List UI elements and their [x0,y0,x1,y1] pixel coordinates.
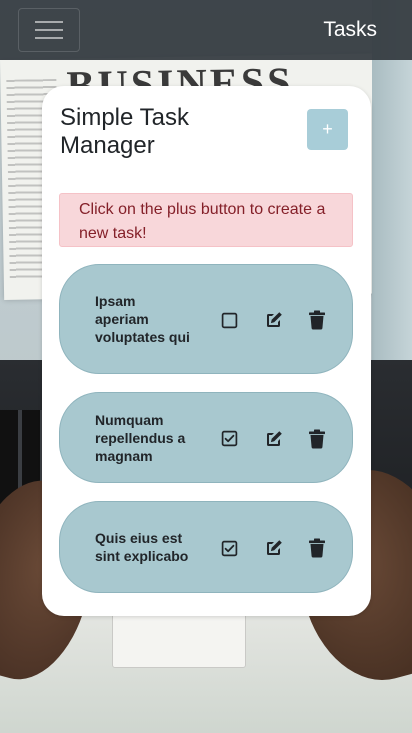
task-text: Quis eius est sint explicabo [95,530,189,564]
task-item: Quis eius est sint explicabo [59,501,353,593]
check-square-icon[interactable] [221,540,238,557]
pencil-square-icon[interactable] [264,310,284,330]
check-square-icon[interactable] [221,430,238,447]
hamburger-icon [35,21,63,23]
task-text: Ipsam aperiam voluptates qui [95,293,190,345]
top-navbar: Tasks [0,0,412,60]
page-title: Simple Task Manager [60,104,189,159]
add-task-button[interactable]: + [307,109,348,150]
menu-toggle-button[interactable] [18,8,80,52]
info-alert: Click on the plus button to create a new… [59,193,353,247]
task-text: Numquam repellendus a magnam [95,411,186,464]
pencil-square-icon[interactable] [264,538,284,558]
trash-icon[interactable] [308,429,326,449]
trash-icon[interactable] [308,310,326,330]
task-manager-card: Simple Task Manager + Click on the plus … [42,86,371,616]
square-icon[interactable] [221,312,238,329]
task-item: Ipsam aperiam voluptates qui [59,264,353,374]
trash-icon[interactable] [308,538,326,558]
task-item: Numquam repellendus a magnam [59,392,353,483]
pencil-square-icon[interactable] [264,429,284,449]
navbar-brand[interactable]: Tasks [323,18,377,42]
